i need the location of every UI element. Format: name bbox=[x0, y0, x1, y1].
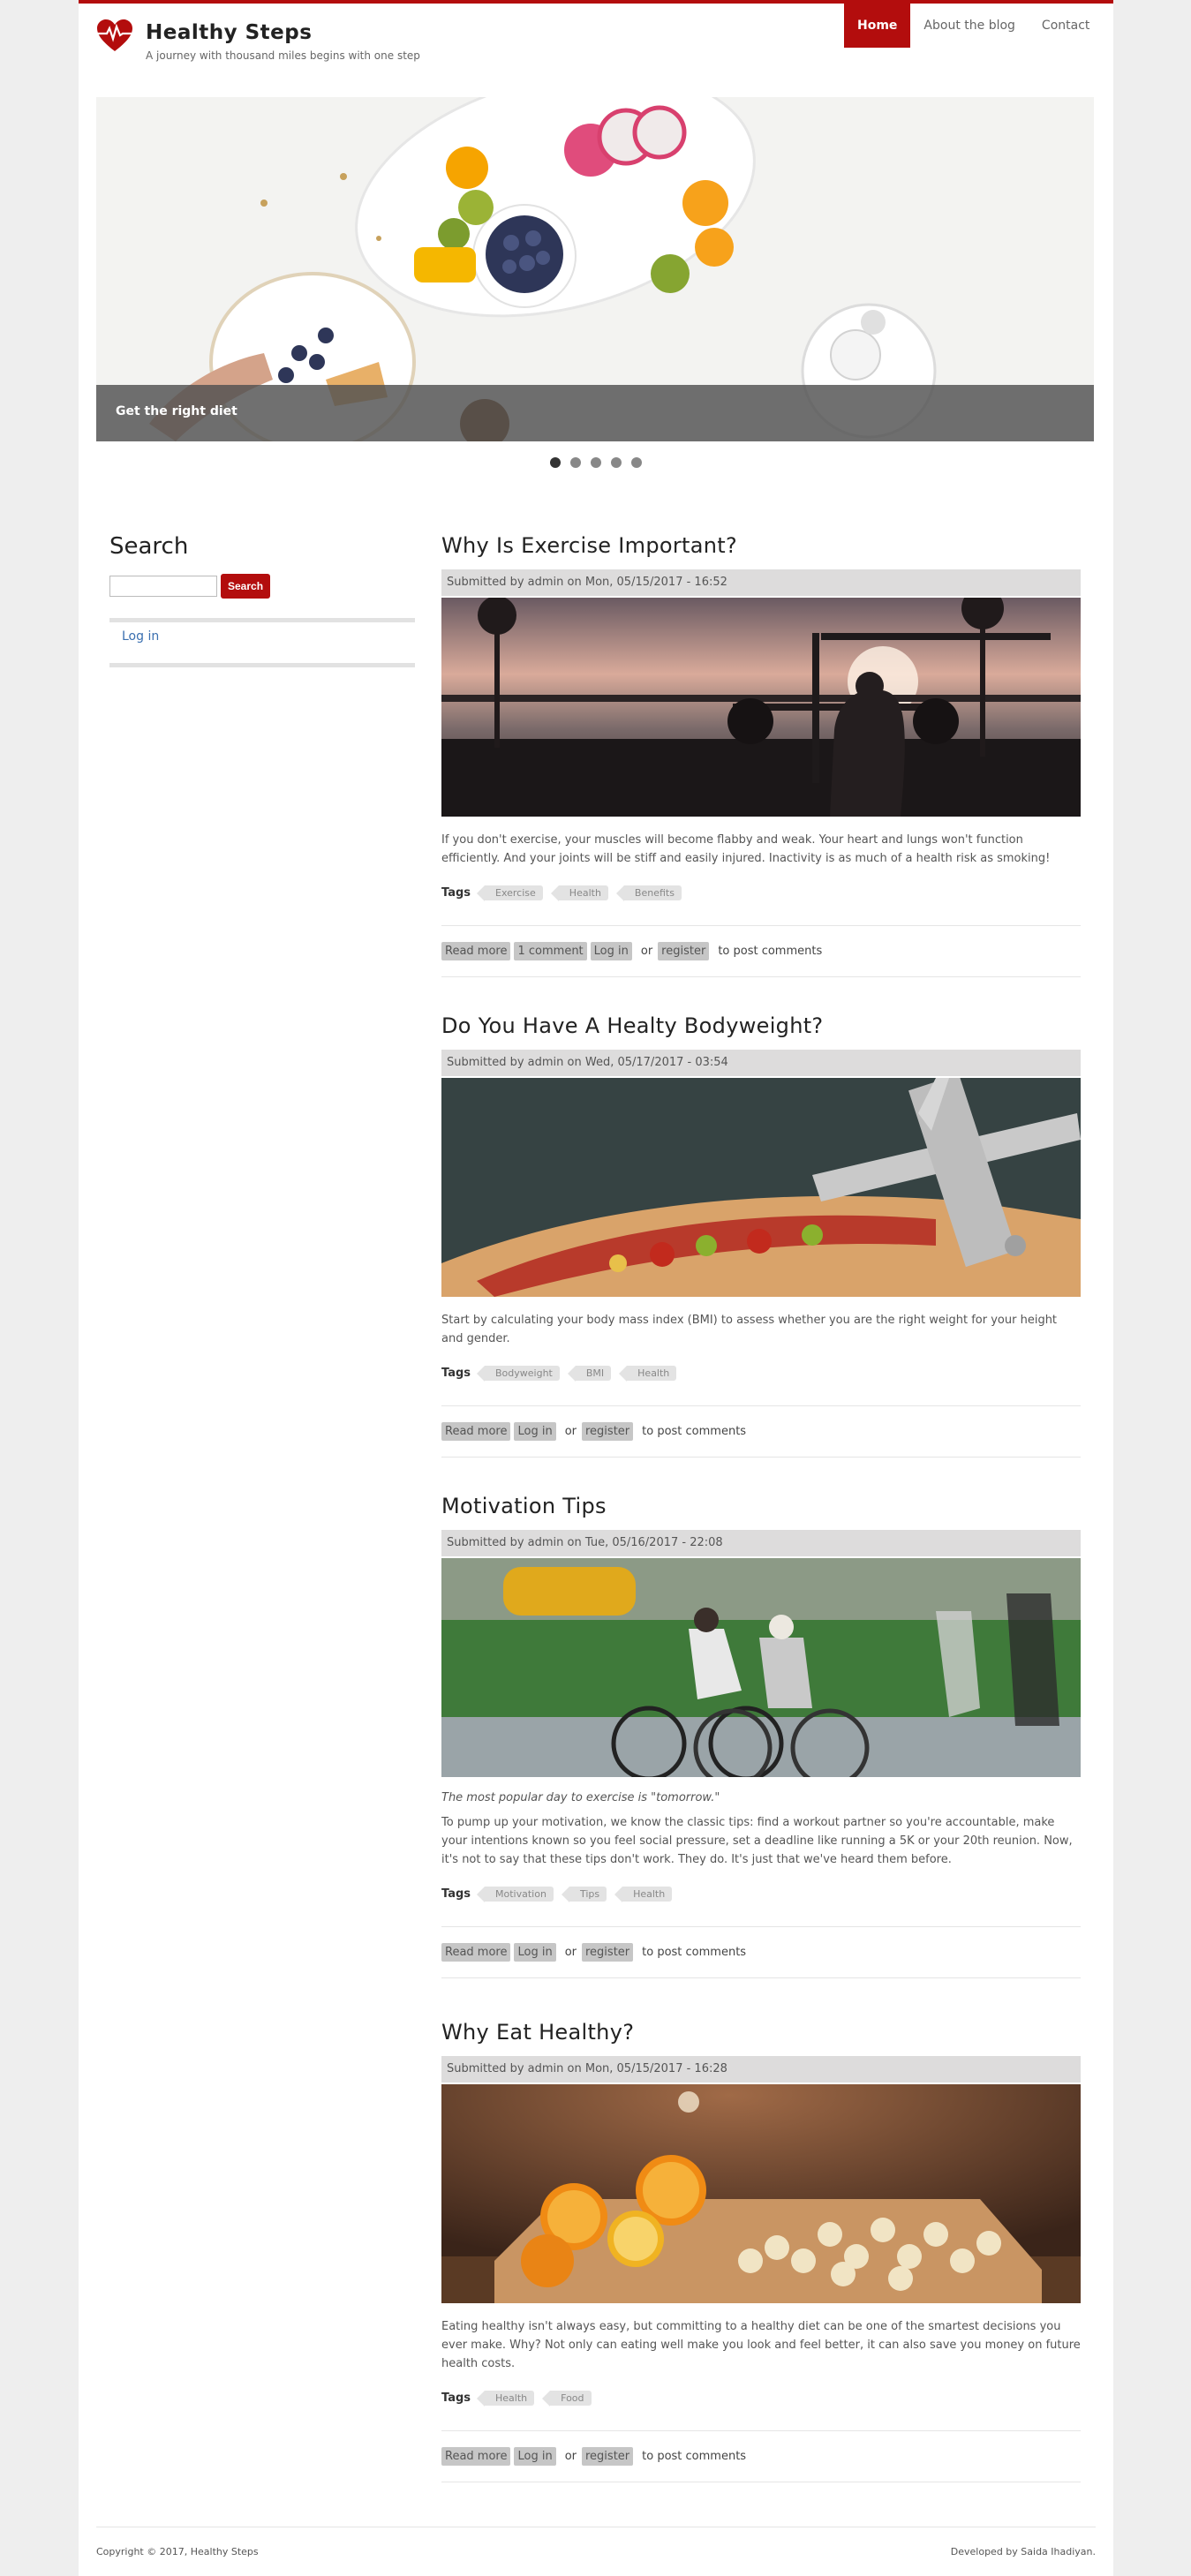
article-quote: The most popular day to exercise is "tom… bbox=[441, 1791, 720, 1804]
search-form: Search bbox=[109, 574, 415, 599]
sandwich-caliper-photo[interactable] bbox=[441, 1078, 1081, 1297]
article-teaser: If you don't exercise, your muscles will… bbox=[441, 833, 1051, 865]
post-comments-text: to post comments bbox=[642, 2450, 747, 2463]
slider-caption[interactable]: Get the right diet bbox=[96, 385, 1094, 441]
hero-slider[interactable]: Get the right diet bbox=[96, 97, 1094, 441]
tag[interactable]: BMI bbox=[567, 1366, 612, 1382]
register-link[interactable]: register bbox=[582, 1422, 634, 1441]
post-comments-text: to post comments bbox=[642, 1425, 747, 1438]
tags-label: Tags bbox=[441, 1887, 471, 1901]
article-meta: Submitted by admin on Mon, 05/15/2017 - … bbox=[441, 569, 1081, 596]
comments-link[interactable]: 1 comment bbox=[514, 942, 587, 960]
slider-dot-4[interactable] bbox=[611, 457, 622, 468]
footer-copyright: Copyright © 2017, Healthy Steps bbox=[96, 2546, 259, 2557]
tag[interactable]: Exercise bbox=[477, 885, 543, 901]
or-text: or bbox=[640, 945, 653, 958]
tag[interactable]: Health bbox=[476, 2391, 535, 2407]
article-tags: Tags Exercise Health Benefits bbox=[441, 885, 1081, 901]
read-more-link[interactable]: Read more bbox=[441, 1422, 511, 1441]
tag[interactable]: Health bbox=[550, 885, 608, 901]
slider-caption-text[interactable]: Get the right diet bbox=[116, 404, 237, 418]
login-link[interactable]: Log in bbox=[514, 1943, 556, 1962]
article: Why Is Exercise Important? Submitted by … bbox=[441, 533, 1081, 977]
slider-pager bbox=[79, 457, 1113, 468]
tag[interactable]: Motivation bbox=[477, 1887, 554, 1902]
sidebar-divider bbox=[109, 618, 415, 622]
article-links: Read more Log in or register to post com… bbox=[441, 1926, 1081, 1978]
footer-credit: Developed by Saida Ihadiyan. bbox=[950, 2546, 1096, 2557]
tag[interactable]: Benefits bbox=[615, 885, 682, 901]
slider-dot-1[interactable] bbox=[550, 457, 561, 468]
page-container: Healthy Steps A journey with thousand mi… bbox=[79, 0, 1113, 2576]
or-text: or bbox=[564, 1946, 577, 1959]
login-link[interactable]: Log in bbox=[514, 1422, 556, 1441]
article-links: Read more Log in or register to post com… bbox=[441, 2430, 1081, 2482]
post-comments-text: to post comments bbox=[642, 1946, 747, 1959]
slider-dot-2[interactable] bbox=[570, 457, 581, 468]
nav-home[interactable]: Home bbox=[844, 4, 911, 48]
tag[interactable]: Tips bbox=[561, 1887, 607, 1902]
post-comments-text: to post comments bbox=[718, 945, 823, 958]
article-title[interactable]: Why Is Exercise Important? bbox=[441, 533, 1081, 558]
article-teaser: Start by calculating your body mass inde… bbox=[441, 1314, 1058, 1345]
tags-label: Tags bbox=[441, 886, 471, 900]
tag[interactable]: Food bbox=[542, 2391, 592, 2407]
oranges-bananas-photo[interactable] bbox=[441, 2084, 1081, 2303]
login-link[interactable]: Log in bbox=[590, 942, 632, 960]
main-nav: Home About the blog Contact bbox=[844, 4, 1103, 48]
search-title: Search bbox=[109, 533, 189, 560]
article: Motivation Tips Submitted by admin on Tu… bbox=[441, 1494, 1081, 1978]
article-tags: Tags Bodyweight BMI Health bbox=[441, 1366, 1081, 1382]
article-title[interactable]: Motivation Tips bbox=[441, 1494, 1081, 1518]
read-more-link[interactable]: Read more bbox=[441, 2447, 511, 2466]
read-more-link[interactable]: Read more bbox=[441, 1943, 511, 1962]
article-title[interactable]: Why Eat Healthy? bbox=[441, 2020, 1081, 2045]
article-tags: Tags Health Food bbox=[441, 2391, 1081, 2407]
search-input[interactable] bbox=[109, 576, 217, 597]
article-teaser: Eating healthy isn't always easy, but co… bbox=[441, 2320, 1081, 2370]
article-links: Read more 1 comment Log in or register t… bbox=[441, 925, 1081, 977]
register-link[interactable]: register bbox=[658, 942, 710, 960]
cyclists-photo[interactable] bbox=[441, 1558, 1081, 1777]
article-teaser: To pump up your motivation, we know the … bbox=[441, 1816, 1073, 1866]
or-text: or bbox=[564, 1425, 577, 1438]
sidebar-divider-bottom bbox=[109, 663, 415, 667]
nav-about[interactable]: About the blog bbox=[910, 4, 1029, 48]
tag[interactable]: Health bbox=[614, 1887, 673, 1902]
article-tags: Tags Motivation Tips Health bbox=[441, 1887, 1081, 1902]
nav-contact[interactable]: Contact bbox=[1029, 4, 1103, 48]
site-name[interactable]: Healthy Steps bbox=[146, 21, 312, 44]
article-meta: Submitted by admin on Wed, 05/17/2017 - … bbox=[441, 1050, 1081, 1076]
article-meta: Submitted by admin on Mon, 05/15/2017 - … bbox=[441, 2056, 1081, 2083]
article: Do You Have A Healty Bodyweight? Submitt… bbox=[441, 1013, 1081, 1457]
register-link[interactable]: register bbox=[582, 2447, 634, 2466]
tags-label: Tags bbox=[441, 2391, 471, 2405]
article-title[interactable]: Do You Have A Healty Bodyweight? bbox=[441, 1013, 1081, 1038]
gym-silhouette-photo[interactable] bbox=[441, 598, 1081, 817]
read-more-link[interactable]: Read more bbox=[441, 942, 511, 960]
slider-dot-3[interactable] bbox=[591, 457, 601, 468]
or-text: or bbox=[564, 2450, 577, 2463]
tag[interactable]: Bodyweight bbox=[477, 1366, 560, 1382]
login-link[interactable]: Log in bbox=[514, 2447, 556, 2466]
heart-logo-icon[interactable] bbox=[96, 19, 133, 53]
article: Why Eat Healthy? Submitted by admin on M… bbox=[441, 2020, 1081, 2482]
sidebar-login-link[interactable]: Log in bbox=[122, 629, 415, 644]
site-slogan: A journey with thousand miles begins wit… bbox=[146, 49, 420, 62]
sidebar: Search Search Log in bbox=[109, 533, 415, 667]
article-links: Read more Log in or register to post com… bbox=[441, 1405, 1081, 1457]
article-meta: Submitted by admin on Tue, 05/16/2017 - … bbox=[441, 1530, 1081, 1556]
slider-dot-5[interactable] bbox=[631, 457, 642, 468]
tag[interactable]: Health bbox=[619, 1366, 677, 1382]
register-link[interactable]: register bbox=[582, 1943, 634, 1962]
tags-label: Tags bbox=[441, 1367, 471, 1380]
search-button[interactable]: Search bbox=[221, 574, 271, 599]
